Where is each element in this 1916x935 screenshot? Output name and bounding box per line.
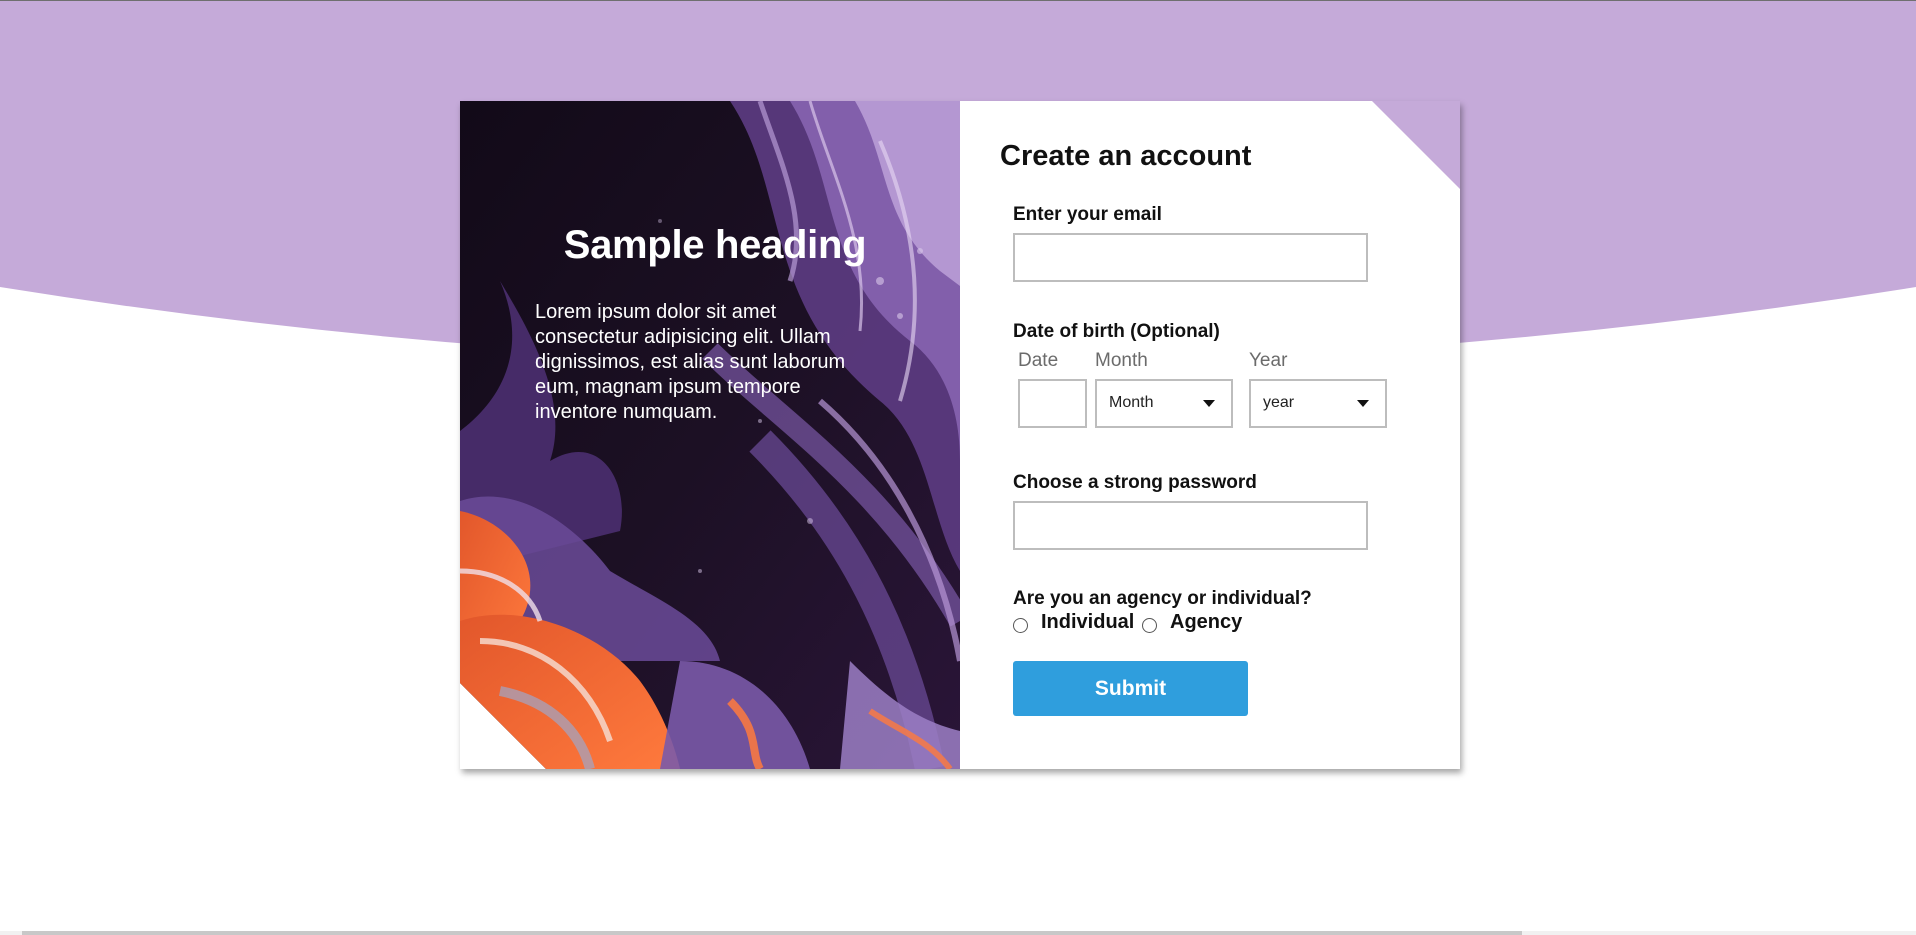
chevron-down-icon [1357, 400, 1369, 407]
hero-panel: Sample heading Lorem ipsum dolor sit ame… [460, 101, 960, 769]
dob-label: Date of birth (Optional) [1013, 321, 1220, 342]
dob-year-selected: year [1263, 394, 1295, 411]
form-title: Create an account [1000, 140, 1252, 172]
password-input[interactable] [1013, 501, 1368, 550]
signup-card: Sample heading Lorem ipsum dolor sit ame… [460, 101, 1460, 769]
email-input[interactable] [1013, 233, 1368, 282]
form-corner-fold [1372, 101, 1460, 189]
hero-heading: Sample heading [563, 223, 867, 267]
dob-year-label: Year [1249, 350, 1288, 371]
password-label: Choose a strong password [1013, 472, 1257, 493]
dob-date-label: Date [1018, 350, 1059, 371]
dob-month-label: Month [1095, 350, 1148, 371]
agency-radio[interactable] [1142, 618, 1157, 633]
horizontal-scrollbar-thumb[interactable] [22, 931, 1522, 935]
dob-year-select[interactable]: year [1249, 379, 1387, 428]
chevron-down-icon [1203, 400, 1215, 407]
account-type-question: Are you an agency or individual? [1013, 588, 1312, 609]
dob-month-select[interactable]: Month [1095, 379, 1233, 428]
abstract-art-image [460, 101, 960, 769]
submit-button[interactable]: Submit [1013, 661, 1248, 716]
email-label: Enter your email [1013, 204, 1162, 225]
individual-radio-label[interactable]: Individual [1041, 611, 1134, 634]
hero-body-text: Lorem ipsum dolor sit amet consectetur a… [535, 301, 846, 423]
dob-date-input[interactable] [1018, 379, 1087, 428]
individual-radio[interactable] [1013, 618, 1028, 633]
signup-page: Sample heading Lorem ipsum dolor sit ame… [0, 0, 1916, 935]
agency-radio-label[interactable]: Agency [1170, 611, 1242, 634]
dob-month-selected: Month [1109, 394, 1154, 411]
